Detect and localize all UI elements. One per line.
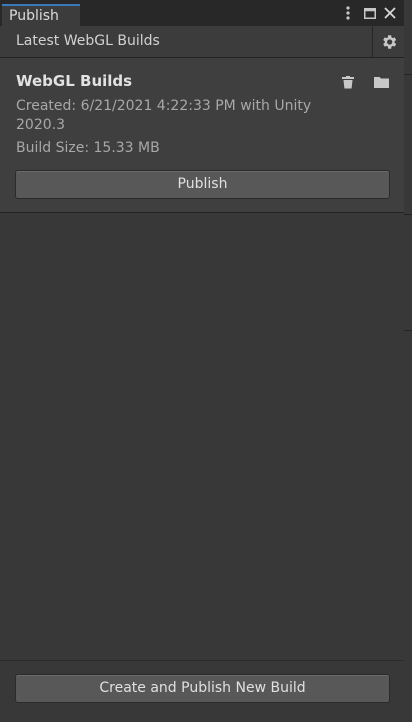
divider	[404, 214, 412, 215]
gear-icon	[382, 34, 396, 49]
folder-icon[interactable]	[373, 74, 389, 90]
kebab-menu-icon[interactable]	[340, 5, 356, 21]
publish-button[interactable]: Publish	[15, 170, 390, 199]
toolbar-title: Latest WebGL Builds	[16, 33, 160, 49]
empty-content-area	[0, 213, 404, 660]
build-title: WebGL Builds	[16, 72, 133, 90]
settings-button[interactable]	[372, 26, 404, 57]
created-line: Created: 6/21/2021 4:22:33 PM with Unity	[16, 98, 312, 114]
create-and-publish-button[interactable]: Create and Publish New Build	[15, 674, 390, 703]
close-icon[interactable]	[382, 5, 398, 21]
maximize-icon[interactable]	[362, 5, 378, 21]
toolbar: Latest WebGL Builds	[0, 26, 404, 58]
divider	[404, 74, 412, 75]
tab-bar: Publish	[0, 0, 404, 26]
build-card: WebGL Builds Created: 6/21/2021 4:22:33 …	[0, 58, 404, 213]
unity-version: 2020.3	[16, 117, 65, 133]
tab-publish[interactable]: Publish	[2, 4, 80, 26]
footer: Create and Publish New Build	[0, 660, 404, 722]
background-window-edge	[404, 0, 412, 722]
publish-panel: Publish Latest WebGL Builds WebGL Builds…	[0, 0, 404, 722]
build-size: Build Size: 15.33 MB	[16, 140, 160, 156]
divider	[404, 330, 412, 331]
trash-icon[interactable]	[340, 74, 356, 90]
